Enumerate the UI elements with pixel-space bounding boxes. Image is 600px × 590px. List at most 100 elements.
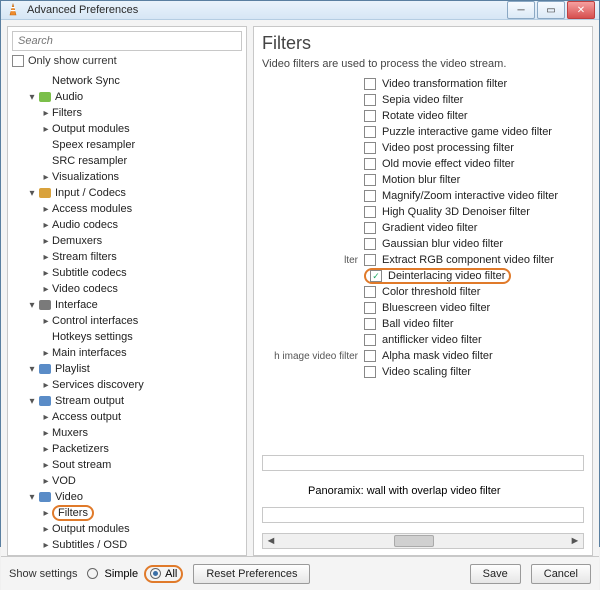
filter-row[interactable]: Video scaling filter [262,364,584,380]
checkbox-icon[interactable] [364,174,376,186]
tree-item[interactable]: ▸Filters [12,105,244,121]
scroll-right-icon[interactable]: ► [567,535,583,547]
expand-icon[interactable]: ▸ [40,412,52,423]
maximize-button[interactable]: ▭ [537,1,565,19]
checkbox-icon[interactable] [364,110,376,122]
expand-icon[interactable]: ▾ [26,396,38,407]
tree-item[interactable]: Hotkeys settings [12,329,244,345]
tree-item[interactable]: ▸Output modules [12,521,244,537]
checkbox-icon[interactable] [364,78,376,90]
filter-row[interactable]: ✓Deinterlacing video filter [262,268,584,284]
filter-row[interactable]: Magnify/Zoom interactive video filter [262,188,584,204]
expand-icon[interactable]: ▸ [40,476,52,487]
filter-row[interactable]: Sepia video filter [262,92,584,108]
checkbox-icon[interactable] [364,366,376,378]
expand-icon[interactable]: ▸ [40,460,52,471]
tree-item[interactable]: ▾Stream output [12,393,244,409]
expand-icon[interactable]: ▸ [40,236,52,247]
checkbox-icon[interactable] [364,222,376,234]
filter-row[interactable]: Motion blur filter [262,172,584,188]
expand-icon[interactable]: ▸ [40,252,52,263]
checkbox-icon[interactable] [364,206,376,218]
filter-row[interactable]: Ball video filter [262,316,584,332]
checkbox-icon[interactable] [364,142,376,154]
filter-text-field-2[interactable] [262,507,584,523]
filter-row[interactable]: Old movie effect video filter [262,156,584,172]
tree-item[interactable]: ▾Interface [12,297,244,313]
checkbox-icon[interactable] [364,238,376,250]
expand-icon[interactable]: ▸ [40,316,52,327]
tree-item[interactable]: ▸Subtitle codecs [12,265,244,281]
expand-icon[interactable]: ▾ [26,188,38,199]
expand-icon[interactable]: ▾ [26,300,38,311]
search-input[interactable] [12,31,242,51]
expand-icon[interactable]: ▸ [40,540,52,551]
filter-row[interactable]: Puzzle interactive game video filter [262,124,584,140]
expand-icon[interactable]: ▸ [40,172,52,183]
close-button[interactable]: ✕ [567,1,595,19]
scroll-thumb[interactable] [394,535,434,547]
tree-item[interactable]: ▸Control interfaces [12,313,244,329]
tree-item[interactable]: SRC resampler [12,153,244,169]
expand-icon[interactable]: ▸ [40,508,52,519]
tree-item[interactable]: ▸Demuxers [12,233,244,249]
tree-item[interactable]: ▾Playlist [12,361,244,377]
filter-row[interactable]: h image video filterAlpha mask video fil… [262,348,584,364]
checkbox-icon[interactable] [364,318,376,330]
tree-item[interactable]: ▾Video [12,489,244,505]
expand-icon[interactable]: ▸ [40,428,52,439]
checkbox-icon[interactable] [364,334,376,346]
tree-item[interactable]: ▸Video codecs [12,281,244,297]
expand-icon[interactable]: ▸ [40,348,52,359]
tree-item[interactable]: ▸Filters [12,505,244,521]
expand-icon[interactable]: ▸ [40,124,52,135]
tree-item[interactable]: ▸Services discovery [12,377,244,393]
checkbox-icon[interactable] [364,286,376,298]
only-show-current[interactable]: Only show current [12,55,242,67]
checkbox-icon[interactable] [364,126,376,138]
radio-all[interactable] [150,568,161,579]
expand-icon[interactable]: ▾ [26,92,38,103]
filter-row[interactable]: Color threshold filter [262,284,584,300]
tree-item[interactable]: Speex resampler [12,137,244,153]
expand-icon[interactable]: ▸ [40,204,52,215]
expand-icon[interactable]: ▾ [26,364,38,375]
checkbox-icon[interactable]: ✓ [370,270,382,282]
filter-row[interactable]: Video post processing filter [262,140,584,156]
checkbox-icon[interactable] [364,302,376,314]
reset-preferences-button[interactable]: Reset Preferences [193,564,310,584]
filter-row[interactable]: Video transformation filter [262,76,584,92]
filter-row[interactable]: Rotate video filter [262,108,584,124]
checkbox-icon[interactable] [364,190,376,202]
tree-item[interactable]: ▾Audio [12,89,244,105]
tree-item[interactable]: ▸VOD [12,473,244,489]
expand-icon[interactable]: ▸ [40,380,52,391]
expand-icon[interactable]: ▸ [40,108,52,119]
tree-item[interactable]: ▸Main interfaces [12,345,244,361]
expand-icon[interactable]: ▸ [40,524,52,535]
checkbox-icon[interactable] [364,254,376,266]
tree-item[interactable]: ▾Input / Codecs [12,185,244,201]
expand-icon[interactable]: ▾ [26,492,38,503]
expand-icon[interactable]: ▸ [40,444,52,455]
filter-row[interactable]: lterExtract RGB component video filter [262,252,584,268]
tree-item[interactable]: Network Sync [12,73,244,89]
panoramix-row[interactable]: Panoramix: wall with overlap video filte… [302,485,584,497]
scroll-left-icon[interactable]: ◄ [263,535,279,547]
tree-item[interactable]: ▸Visualizations [12,169,244,185]
preferences-tree[interactable]: Network Sync▾Audio▸Filters▸Output module… [8,71,246,555]
tree-item[interactable]: ▸Packetizers [12,441,244,457]
tree-item[interactable]: ▸Access modules [12,201,244,217]
checkbox-icon[interactable] [364,350,376,362]
filter-text-field[interactable] [262,455,584,471]
tree-item[interactable]: ▸Output modules [12,121,244,137]
checkbox-icon[interactable] [364,94,376,106]
tree-item[interactable]: ▸Muxers [12,425,244,441]
minimize-button[interactable]: ─ [507,1,535,19]
filter-row[interactable]: Gaussian blur video filter [262,236,584,252]
filter-row[interactable]: High Quality 3D Denoiser filter [262,204,584,220]
scroll-track[interactable] [279,534,567,548]
tree-item[interactable]: ▸Sout stream [12,457,244,473]
expand-icon[interactable]: ▸ [40,220,52,231]
tree-item[interactable]: ▸Audio codecs [12,217,244,233]
